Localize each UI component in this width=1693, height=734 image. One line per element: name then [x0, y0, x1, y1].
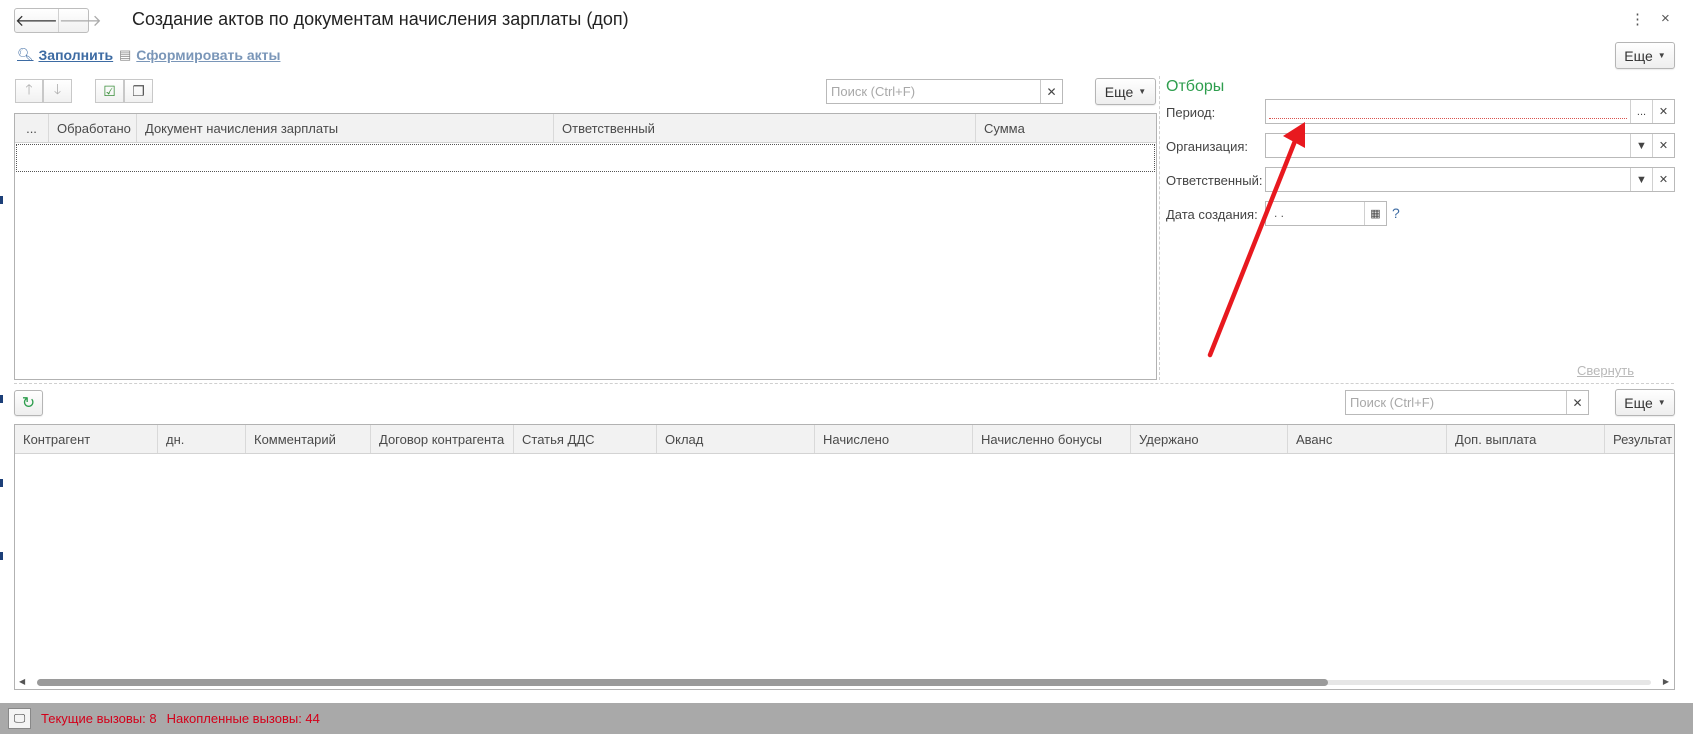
chevron-down-icon[interactable]: ▼	[1630, 168, 1652, 191]
more-button-main-label: Еще	[1624, 47, 1653, 64]
column-header[interactable]: Договор контрагента	[371, 425, 514, 453]
more-button-top-table[interactable]: Еще ▼	[1095, 78, 1156, 105]
arrow-down-icon: 🡓	[53, 81, 62, 97]
column-header[interactable]: Доп. выплата	[1447, 425, 1605, 453]
search-icon: 🔍︎	[17, 47, 34, 62]
clear-icon[interactable]: ✕	[1652, 168, 1674, 191]
clear-icon[interactable]: ✕	[1652, 134, 1674, 157]
column-header[interactable]: Удержано	[1131, 425, 1288, 453]
more-button-main[interactable]: Еще ▼	[1615, 42, 1675, 69]
page-title: Создание актов по документам начисления …	[132, 9, 629, 29]
column-header[interactable]: Комментарий	[246, 425, 371, 453]
close-icon[interactable]: ×	[1661, 10, 1670, 27]
column-header[interactable]: Обработано	[49, 114, 137, 142]
arrow-up-icon: 🡑	[25, 81, 33, 97]
select-button[interactable]: ...	[1630, 100, 1652, 123]
chevron-down-icon: ▼	[1138, 87, 1147, 96]
column-header[interactable]: Начисленно бонусы	[973, 425, 1131, 453]
column-header[interactable]: Статья ДДС	[514, 425, 657, 453]
top-search-box: Поиск (Ctrl+F) ✕	[826, 79, 1063, 104]
top-table: ... Обработано Документ начисления зарпл…	[14, 113, 1157, 380]
column-header[interactable]: ...	[15, 114, 49, 142]
arrow-right-icon: 🡒	[58, 13, 102, 30]
column-header[interactable]: Сумма	[976, 114, 1156, 142]
bottom-table: Контрагент дн. Комментарий Договор контр…	[14, 424, 1675, 690]
chevron-down-icon: ▼	[1657, 51, 1666, 60]
edge-mark	[0, 552, 3, 560]
monitor-icon[interactable]: 🖵︎	[8, 708, 31, 729]
scrollbar-thumb[interactable]	[37, 679, 1329, 686]
move-up-button[interactable]: 🡑	[15, 79, 43, 103]
column-header[interactable]: Результат	[1605, 425, 1674, 453]
form-acts-button[interactable]: ▤ Сформировать акты	[119, 47, 280, 63]
status-bar: 🖵︎ Текущие вызовы: 8 Накопленные вызовы:…	[0, 703, 1693, 734]
copy-icon: ❐	[132, 82, 145, 99]
more-button-top-table-label: Еще	[1104, 83, 1134, 100]
bottom-search-input[interactable]: Поиск (Ctrl+F)	[1346, 395, 1566, 410]
forward-button[interactable]: 🡒	[57, 9, 102, 32]
chevron-down-icon: ▼	[1657, 398, 1666, 407]
fill-button[interactable]: 🔍︎ Заполнить	[17, 47, 113, 63]
scroll-right-icon[interactable]: ▶	[1663, 675, 1669, 689]
column-header[interactable]: Начислено	[815, 425, 973, 453]
refresh-button[interactable]: ↻	[14, 390, 43, 416]
collapse-link[interactable]: Свернуть	[1577, 363, 1634, 378]
help-icon[interactable]: ?	[1392, 205, 1400, 221]
more-button-bottom-table-label: Еще	[1624, 394, 1653, 411]
scroll-left-icon[interactable]: ◀	[19, 675, 25, 689]
horizontal-scrollbar[interactable]: ◀ ▶	[15, 675, 1673, 689]
clear-icon[interactable]: ✕	[1652, 100, 1674, 123]
document-icon: ▤	[119, 47, 132, 62]
bottom-search-box: Поиск (Ctrl+F) ✕	[1345, 390, 1589, 415]
navigation-buttons: 🡐 🡒	[14, 8, 102, 33]
edge-mark	[0, 395, 3, 403]
fill-button-label: Заполнить	[38, 47, 114, 63]
column-header[interactable]: Контрагент	[15, 425, 158, 453]
calendar-icon[interactable]: ▦	[1364, 202, 1386, 225]
accumulated-calls: Накопленные вызовы: 44	[166, 711, 320, 726]
responsible-input[interactable]	[1266, 168, 1630, 191]
clear-icon[interactable]: ✕	[1566, 391, 1588, 414]
current-calls: Текущие вызовы: 8	[41, 711, 157, 726]
period-input[interactable]	[1266, 100, 1630, 123]
move-down-button[interactable]: 🡓	[43, 79, 72, 103]
panel-divider	[1159, 76, 1160, 380]
edge-mark	[0, 479, 3, 487]
responsible-field: ▼ ✕	[1265, 167, 1675, 192]
back-button[interactable]: 🡐	[15, 9, 58, 32]
uncheck-all-button[interactable]: ❐	[124, 79, 153, 103]
annotation-arrow-icon	[1207, 122, 1305, 358]
top-table-header: ... Обработано Документ начисления зарпл…	[15, 114, 1156, 143]
organization-input[interactable]	[1266, 134, 1630, 157]
refresh-icon: ↻	[21, 395, 36, 412]
chevron-down-icon[interactable]: ▼	[1630, 134, 1652, 157]
form-acts-button-label: Сформировать акты	[136, 47, 281, 63]
filters-title: Отборы	[1166, 78, 1225, 95]
column-header[interactable]: Документ начисления зарплаты	[137, 114, 554, 142]
column-header[interactable]: Оклад	[657, 425, 815, 453]
column-header[interactable]: Аванс	[1288, 425, 1447, 453]
more-button-bottom-table[interactable]: Еще ▼	[1615, 389, 1675, 416]
table-row[interactable]	[16, 144, 1155, 172]
clear-icon[interactable]: ✕	[1040, 80, 1062, 103]
section-divider	[14, 383, 1674, 384]
check-all-icon: ☑	[103, 82, 116, 99]
edge-mark	[0, 196, 3, 204]
arrow-left-icon: 🡐	[15, 13, 58, 30]
check-all-button[interactable]: ☑	[95, 79, 124, 103]
column-header[interactable]: дн.	[158, 425, 246, 453]
organization-field: ▼ ✕	[1265, 133, 1675, 158]
bottom-table-header: Контрагент дн. Комментарий Договор контр…	[15, 425, 1674, 454]
column-header[interactable]: Ответственный	[554, 114, 976, 142]
period-field: ... ✕	[1265, 99, 1675, 124]
top-search-input[interactable]: Поиск (Ctrl+F)	[827, 84, 1040, 99]
kebab-menu-icon[interactable]: ⋮	[1630, 10, 1645, 28]
